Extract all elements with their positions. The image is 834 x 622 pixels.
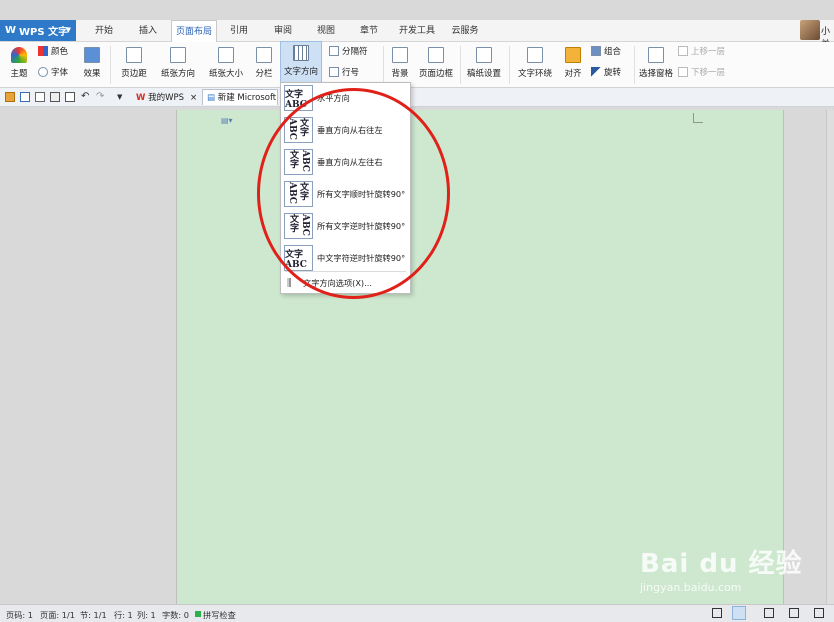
status-spellcheck[interactable]: 拼写检查: [203, 609, 236, 621]
document-icon: ▤: [207, 93, 216, 103]
text-direction-button[interactable]: 文字方向: [280, 41, 322, 85]
page-border-button[interactable]: 页面边框: [417, 42, 455, 86]
rotate-dropdown[interactable]: 旋转: [591, 65, 621, 79]
effects-button[interactable]: 效果: [78, 42, 106, 86]
doc-tab-my-wps[interactable]: W 我的WPS ×: [132, 90, 202, 106]
rotate-icon: [591, 67, 601, 77]
tab-cloud[interactable]: 云服务: [445, 20, 485, 42]
chevron-down-icon: ▼: [65, 26, 71, 34]
orientation-icon: [170, 47, 186, 63]
page-border-icon: [428, 47, 444, 63]
tab-page-layout[interactable]: 页面布局: [171, 20, 217, 42]
web-view-icon[interactable]: [789, 608, 799, 618]
background-icon: [392, 47, 408, 63]
paste-options-icon[interactable]: ▤▾: [221, 116, 233, 125]
separator: [460, 46, 461, 84]
bring-forward-button[interactable]: 上移一层: [678, 44, 725, 58]
selection-pane-button[interactable]: 选择窗格: [637, 42, 675, 86]
paper-setup-icon: [476, 47, 492, 63]
avatar[interactable]: [800, 20, 820, 40]
line-numbers-dropdown[interactable]: 行号: [329, 65, 359, 79]
theme-icon: [11, 47, 27, 63]
tab-review[interactable]: 审阅: [264, 20, 302, 42]
annotation-circle: [257, 88, 450, 299]
separator: [634, 46, 635, 84]
wps-app-menu-button[interactable]: W WPS 文字 ▼: [0, 20, 76, 41]
spellcheck-icon: [195, 611, 201, 617]
paper-size-icon: [218, 47, 234, 63]
status-col: 列: 1: [137, 610, 156, 620]
redo-icon[interactable]: ↷: [96, 92, 106, 102]
quick-access-toolbar: ↶ ↷ ▼: [0, 88, 834, 107]
separator: [509, 46, 510, 84]
margins-button[interactable]: 页边距: [116, 42, 152, 86]
wrap-text-icon: [527, 47, 543, 63]
vertical-scrollbar[interactable]: [826, 110, 834, 604]
tab-chapter[interactable]: 章节: [350, 20, 388, 42]
effects-icon: [84, 47, 100, 63]
tab-insert[interactable]: 插入: [128, 20, 168, 42]
outline-view-icon[interactable]: [764, 608, 774, 618]
tab-home[interactable]: 开始: [84, 20, 124, 42]
watermark-url: jingyan.baidu.com: [640, 581, 742, 594]
separator-icon: [329, 46, 339, 56]
status-row: 行: 1: [114, 610, 133, 620]
fullscreen-icon[interactable]: [712, 608, 722, 618]
wps-logo-icon: W: [136, 93, 146, 103]
crop-mark: [693, 113, 703, 123]
separator-dropdown[interactable]: 分隔符: [329, 44, 368, 58]
close-icon[interactable]: ×: [190, 90, 197, 106]
colors-button[interactable]: 颜色: [38, 44, 68, 58]
text-direction-icon: [293, 45, 309, 61]
theme-button[interactable]: 主题: [4, 42, 34, 86]
watermark-brand: Bai du 经验: [640, 549, 803, 579]
print-preview-icon[interactable]: [65, 92, 75, 102]
save-icon[interactable]: [20, 92, 30, 102]
undo-icon[interactable]: ↶: [81, 92, 91, 102]
status-word-count: 字数: 0: [162, 610, 189, 620]
tab-references[interactable]: 引用: [221, 20, 257, 42]
font-button[interactable]: 字体: [38, 65, 68, 79]
color-palette-icon: [38, 46, 48, 56]
reading-view-icon[interactable]: [814, 608, 824, 618]
doc-tab-new-document[interactable]: ▤ 新建 Microsoft: [202, 89, 278, 105]
paper-setup-button[interactable]: 稿纸设置: [464, 42, 504, 86]
line-numbers-icon: [329, 67, 339, 77]
send-backward-icon: [678, 67, 688, 77]
separator: [110, 46, 111, 84]
open-icon[interactable]: [5, 92, 15, 102]
margins-icon: [126, 47, 142, 63]
bring-forward-icon: [678, 46, 688, 56]
status-section: 节: 1/1: [80, 610, 107, 620]
align-button[interactable]: 对齐: [560, 42, 586, 86]
wrap-text-button[interactable]: 文字环绕: [513, 42, 557, 86]
group-dropdown[interactable]: 组合: [591, 44, 621, 58]
wps-logo-icon: W: [5, 25, 17, 36]
tab-view[interactable]: 视图: [308, 20, 344, 42]
app-name: WPS 文字: [19, 27, 69, 38]
status-page-number: 页码: 1: [6, 610, 33, 620]
page-view-icon[interactable]: [732, 606, 746, 620]
print-icon[interactable]: [50, 92, 60, 102]
group-icon: [591, 46, 601, 56]
font-icon: [38, 67, 48, 77]
columns-icon: [256, 47, 272, 63]
selection-pane-icon: [648, 47, 664, 63]
columns-button[interactable]: 分栏: [251, 42, 277, 86]
separator: [383, 46, 384, 84]
status-bar: 页码: 1 页面: 1/1 节: 1/1 行: 1 列: 1 字数: 0 拼写检…: [0, 604, 834, 622]
align-icon: [565, 47, 581, 63]
tab-developer[interactable]: 开发工具: [393, 20, 441, 42]
text-direction-options-icon: ⫼: [287, 277, 292, 289]
export-pdf-icon[interactable]: [35, 92, 45, 102]
baidu-jingyan-watermark: Bai du 经验 jingyan.baidu.com: [640, 543, 803, 594]
chevron-down-icon[interactable]: ▼: [117, 92, 127, 102]
size-button[interactable]: 纸张大小: [204, 42, 248, 86]
orientation-button[interactable]: 纸张方向: [156, 42, 200, 86]
status-pages: 页面: 1/1: [40, 610, 75, 620]
send-backward-button[interactable]: 下移一层: [678, 65, 725, 79]
background-button[interactable]: 背景: [387, 42, 413, 86]
ribbon-panel: 主题 颜色 字体 效果 页边距 纸张方向 纸张大小 分栏 文字方向 分隔符 行号…: [0, 41, 834, 88]
